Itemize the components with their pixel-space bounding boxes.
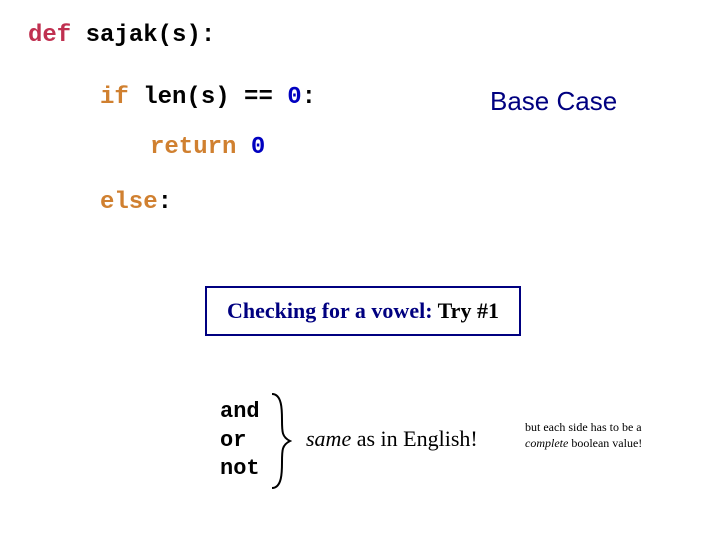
footnote-a: but each side has to be a — [525, 420, 642, 434]
english-rest: as in English! — [351, 426, 478, 451]
kw-if: if — [100, 84, 129, 111]
english-same: same — [306, 426, 351, 451]
func-name: sajak(s) — [86, 22, 201, 49]
boolean-ops: and or not — [220, 398, 260, 484]
zero-lit: 0 — [287, 84, 301, 111]
code-line-3: return 0 — [150, 130, 265, 166]
footnote-b: complete — [525, 436, 568, 450]
if-cond: len(s) == — [143, 84, 287, 111]
footnote-c: boolean value! — [568, 436, 642, 450]
op-or: or — [220, 427, 260, 456]
vowel-box: Checking for a vowel: Try #1 — [205, 286, 521, 336]
code-line-2: if len(s) == 0: — [100, 80, 316, 116]
op-and: and — [220, 398, 260, 427]
base-case-label: Base Case — [490, 86, 617, 117]
kw-return: return — [150, 134, 236, 161]
kw-def: def — [28, 22, 71, 49]
footnote: but each side has to be a complete boole… — [525, 420, 665, 451]
kw-else: else — [100, 189, 158, 216]
ret-zero: 0 — [251, 134, 265, 161]
curly-brace-icon — [268, 392, 292, 490]
english-note: same as in English! — [306, 426, 478, 452]
vowel-lead: Checking for a vowel: — [227, 298, 433, 323]
code-line-4: else: — [100, 185, 172, 221]
code-line-1: def sajak(s): — [28, 18, 215, 54]
vowel-tail: Try #1 — [433, 298, 499, 323]
op-not: not — [220, 455, 260, 484]
